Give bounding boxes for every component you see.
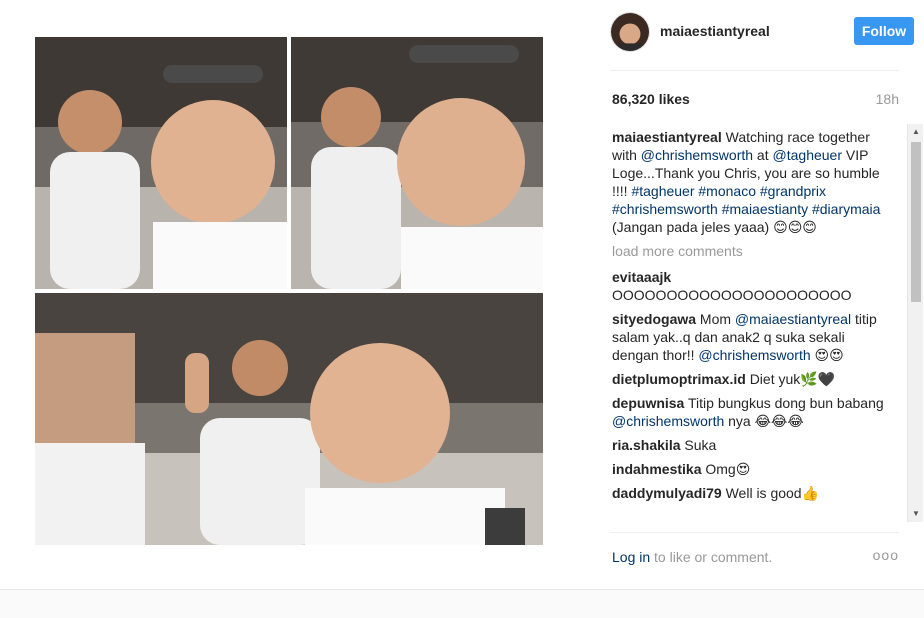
scroll-down-arrow-icon[interactable]: ▼	[908, 506, 924, 522]
instagram-post: maiaestiantyreal Follow 86,320 likes 18h…	[0, 0, 924, 590]
scrollbar-thumb[interactable]	[911, 142, 921, 302]
caption-username[interactable]: maiaestiantyreal	[612, 129, 722, 145]
mention-link[interactable]: @chrishemsworth	[612, 413, 724, 429]
comment-item: ria.shakila Suka	[612, 436, 894, 454]
username-link[interactable]: maiaestiantyreal	[660, 23, 770, 39]
comment-username[interactable]: daddymulyadi79	[612, 485, 722, 501]
photo-collage[interactable]	[35, 37, 543, 545]
photo-tile-bottom	[35, 293, 543, 545]
comment-username[interactable]: depuwnisa	[612, 395, 684, 411]
photo-tile-top-left	[35, 37, 287, 289]
comment-item: daddymulyadi79 Well is good👍	[612, 484, 894, 502]
likes-count[interactable]: 86,320 likes	[612, 91, 690, 107]
comment-text: OOOOOOOOOOOOOOOOOOOOOO	[612, 287, 852, 303]
login-link[interactable]: Log in	[612, 549, 650, 565]
divider	[610, 532, 899, 533]
comments-scrollbar[interactable]: ▲ ▼	[907, 124, 923, 522]
comment-item: indahmestika Omg😍	[612, 460, 894, 478]
comment-text: Titip bungkus dong bun babang	[688, 395, 884, 411]
mention-link[interactable]: @maiaestiantyreal	[735, 311, 851, 327]
comment-text: 😍😍	[810, 347, 844, 363]
comment-text: Suka	[684, 437, 717, 453]
comment-item: dietplumoptrimax.id Diet yuk🌿🖤	[612, 370, 894, 388]
load-more-comments[interactable]: load more comments	[612, 242, 894, 260]
likes-row: 86,320 likes 18h	[612, 91, 899, 111]
comment-text: Diet yuk🌿🖤	[749, 371, 836, 387]
caption-text: (Jangan pada jeles yaaa) 😊😊😊	[612, 219, 817, 235]
comment-item: sityedogawa Mom @maiaestiantyreal titip …	[612, 310, 894, 364]
caption: maiaestiantyreal Watching race together …	[612, 128, 894, 236]
login-row: Log in to like or comment. ooo	[612, 547, 899, 569]
mention-link[interactable]: @chrishemsworth	[641, 147, 753, 163]
more-options-icon[interactable]: ooo	[873, 547, 899, 563]
post-sidebar: maiaestiantyreal Follow 86,320 likes 18h…	[595, 0, 924, 590]
comment-text: nya 😂😂😂	[724, 413, 804, 429]
hashtags[interactable]: #tagheuer #monaco #grandprix #chrishemsw…	[612, 183, 880, 217]
comment-item: evitaaajk OOOOOOOOOOOOOOOOOOOOOO	[612, 268, 894, 304]
post-header: maiaestiantyreal Follow	[610, 12, 914, 52]
mention-link[interactable]: @chrishemsworth	[698, 347, 810, 363]
comment-text: Omg😍	[705, 461, 751, 477]
caption-text: at	[753, 147, 773, 163]
comment-username[interactable]: indahmestika	[612, 461, 701, 477]
follow-button[interactable]: Follow	[854, 17, 914, 45]
login-prompt-text: to like or comment.	[650, 549, 773, 565]
comment-username[interactable]: evitaaajk	[612, 269, 671, 285]
post-time[interactable]: 18h	[876, 91, 899, 107]
scroll-up-arrow-icon[interactable]: ▲	[908, 124, 924, 140]
divider	[610, 70, 899, 71]
comment-text: Well is good👍	[725, 485, 820, 501]
photo-tile-top-right	[291, 37, 543, 289]
mention-link[interactable]: @tagheuer	[773, 147, 842, 163]
comment-username[interactable]: ria.shakila	[612, 437, 681, 453]
comment-username[interactable]: dietplumoptrimax.id	[612, 371, 746, 387]
comment-item: depuwnisa Titip bungkus dong bun babang …	[612, 394, 894, 430]
comment-username[interactable]: sityedogawa	[612, 311, 696, 327]
avatar[interactable]	[610, 12, 650, 52]
comments-list[interactable]: maiaestiantyreal Watching race together …	[612, 128, 894, 520]
comment-text: Mom	[699, 311, 735, 327]
